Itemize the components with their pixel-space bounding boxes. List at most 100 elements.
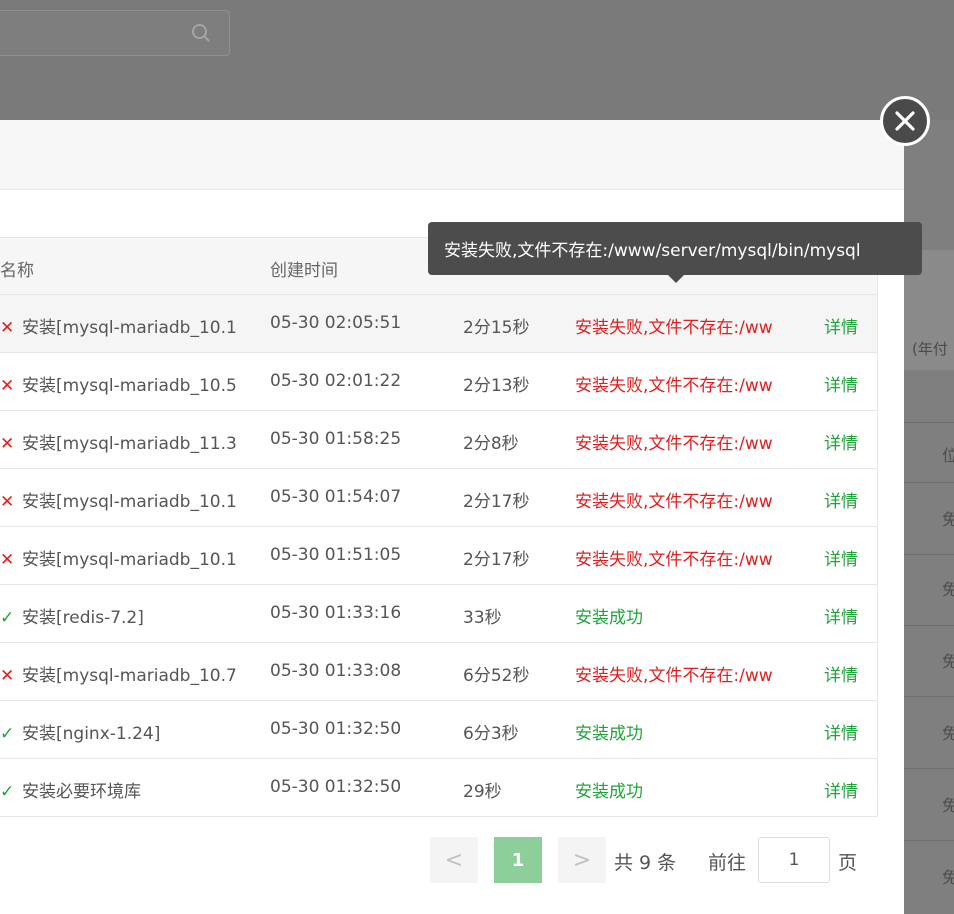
task-duration: 2分13秒 [463,376,530,396]
task-status[interactable]: 安装失败,文件不存在:/ww [575,371,787,396]
task-created-time: 05-30 01:33:16 [270,603,402,623]
chevron-right-icon: > [572,847,592,873]
cross-icon: ✕ [0,550,15,570]
background-header-text: (年付 [912,340,948,358]
task-duration: 6分3秒 [463,724,519,744]
goto-page-input[interactable] [758,837,830,883]
table-row: ✕ 安装[mysql-mariadb_10.5 05-30 02:01:22 2分13… [0,353,877,411]
task-duration: 2分8秒 [463,434,519,454]
page-suffix: 页 [838,852,858,874]
next-page-button[interactable]: > [558,837,606,883]
task-name: ✕ 安装[mysql-mariadb_10.7 [0,661,258,686]
task-created-time: 05-30 01:33:08 [270,661,402,681]
table-row: ✕ 安装[mysql-mariadb_10.1 05-30 01:51:05 2分17… [0,527,877,585]
task-duration: 6分52秒 [463,666,530,686]
task-name: ✓ 安装[redis-7.2] [0,603,258,628]
chevron-left-icon: < [444,847,464,873]
close-icon [895,111,915,131]
task-status[interactable]: 安装失败,文件不存在:/ww [575,313,787,338]
search-icon [192,24,210,42]
task-name: ✓ 安装必要环境库 [0,777,258,802]
task-name-text: 安装[mysql-mariadb_10.7 [22,666,237,686]
task-created-time: 05-30 01:54:07 [270,487,402,507]
dialog-header [0,120,904,190]
prev-page-button[interactable]: < [430,837,478,883]
check-icon: ✓ [0,782,15,802]
task-duration: 2分15秒 [463,318,530,338]
task-status[interactable]: 安装失败,文件不存在:/ww [575,545,787,570]
details-link[interactable]: 详情 [824,313,874,338]
task-created-time: 05-30 01:58:25 [270,429,402,449]
task-name-text: 安装[mysql-mariadb_10.1 [22,492,237,512]
task-name: ✕ 安装[mysql-mariadb_10.5 [0,371,258,396]
table-row: ✕ 安装[mysql-mariadb_10.1 05-30 01:54:07 2分17… [0,469,877,527]
table-row: ✓ 安装[redis-7.2] 05-30 01:33:16 33秒 安装成功 详情 [0,585,877,643]
total-count: 共 9 条 [614,852,677,874]
task-name: ✕ 安装[mysql-mariadb_11.3 [0,429,258,454]
table-row: ✕ 安装[mysql-mariadb_11.3 05-30 01:58:25 2分8秒… [0,411,877,469]
close-dialog-button[interactable] [880,96,930,146]
cross-icon: ✕ [0,434,15,454]
check-icon: ✓ [0,608,15,628]
task-duration: 33秒 [463,608,502,628]
background-cell: 免 [942,580,954,599]
task-name-text: 安装[mysql-mariadb_10.5 [22,376,237,396]
task-status[interactable]: 安装成功 [575,719,787,744]
details-link[interactable]: 详情 [824,487,874,512]
task-status[interactable]: 安装成功 [575,603,787,628]
background-cell: 免 [942,868,954,887]
task-created-time: 05-30 02:01:22 [270,371,402,391]
task-name-text: 安装必要环境库 [22,782,141,802]
table-row: ✓ 安装必要环境库 05-30 01:32:50 29秒 安装成功 详情 [0,759,877,817]
table-row: ✕ 安装[mysql-mariadb_10.7 05-30 01:33:08 6分52… [0,643,877,701]
details-link[interactable]: 详情 [824,371,874,396]
background-cell: 免 [942,796,954,815]
task-name-text: 安装[mysql-mariadb_11.3 [22,434,237,454]
column-header-name: 名称 [0,261,34,281]
task-name-text: 安装[mysql-mariadb_10.1 [22,550,237,570]
task-created-time: 05-30 02:05:51 [270,313,402,333]
task-name: ✕ 安装[mysql-mariadb_10.1 [0,487,258,512]
task-name: ✕ 安装[mysql-mariadb_10.1 [0,313,258,338]
task-name-text: 安装[mysql-mariadb_10.1 [22,318,237,338]
details-link[interactable]: 详情 [824,719,874,744]
check-icon: ✓ [0,724,15,744]
background-column-header: 位 [942,446,954,465]
cross-icon: ✕ [0,376,15,396]
task-duration: 29秒 [463,782,502,802]
task-name-text: 安装[redis-7.2] [22,608,144,628]
background-cell: 免 [942,510,954,529]
background-header [0,0,954,120]
background-cell: 免 [942,652,954,671]
goto-label: 前往 [708,852,747,874]
details-link[interactable]: 详情 [824,603,874,628]
background-cell: 免 [942,724,954,743]
task-name-text: 安装[nginx-1.24] [22,724,161,744]
task-duration: 2分17秒 [463,550,530,570]
column-header-created: 创建时间 [270,261,338,281]
table-row: ✓ 安装[nginx-1.24] 05-30 01:32:50 6分3秒 安装成功 详情 [0,701,877,759]
details-link[interactable]: 详情 [824,777,874,802]
status-tooltip: 安装失败,文件不存在:/www/server/mysql/bin/mysql [428,222,922,275]
tooltip-arrow [668,275,684,283]
details-link[interactable]: 详情 [824,545,874,570]
task-status[interactable]: 安装成功 [575,777,787,802]
task-duration: 2分17秒 [463,492,530,512]
task-created-time: 05-30 01:32:50 [270,777,402,797]
task-status[interactable]: 安装失败,文件不存在:/ww [575,429,787,454]
details-link[interactable]: 详情 [824,429,874,454]
table-row: ✕ 安装[mysql-mariadb_10.1 05-30 02:05:51 2分15… [0,295,877,353]
task-table: 名称 创建时间 ✕ 安装[mysql-mariadb_10.1 05-30 02:0… [0,237,878,817]
background-search-box [0,10,230,56]
task-created-time: 05-30 01:51:05 [270,545,402,565]
details-link[interactable]: 详情 [824,661,874,686]
task-status[interactable]: 安装失败,文件不存在:/ww [575,661,787,686]
cross-icon: ✕ [0,666,15,686]
task-status[interactable]: 安装失败,文件不存在:/ww [575,487,787,512]
task-name: ✓ 安装[nginx-1.24] [0,719,258,744]
task-name: ✕ 安装[mysql-mariadb_10.1 [0,545,258,570]
page-1-button[interactable]: 1 [494,837,542,883]
task-created-time: 05-30 01:32:50 [270,719,402,739]
cross-icon: ✕ [0,318,15,338]
cross-icon: ✕ [0,492,15,512]
